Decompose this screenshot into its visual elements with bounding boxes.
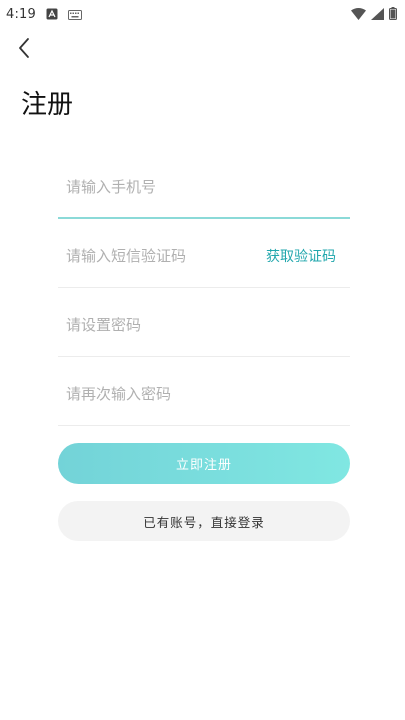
password-input[interactable] [58, 310, 350, 334]
status-right-icons [351, 5, 397, 24]
register-form: 获取验证码 [58, 150, 350, 426]
keyboard-icon [68, 5, 82, 24]
sms-code-field: 获取验证码 [58, 219, 350, 288]
confirm-password-field [58, 357, 350, 426]
notification-a-icon [46, 5, 58, 24]
status-bar: 4:19 [0, 0, 405, 28]
chevron-left-icon [17, 37, 31, 63]
register-button-label: 立即注册 [175, 458, 232, 473]
status-time: 4:19 [6, 6, 36, 22]
signal-icon [371, 5, 384, 24]
get-code-button[interactable]: 获取验证码 [266, 246, 336, 266]
confirm-password-input[interactable] [58, 379, 350, 403]
register-button[interactable]: 立即注册 [58, 443, 350, 484]
battery-icon [389, 5, 397, 24]
back-button[interactable] [10, 36, 38, 64]
login-link-label: 已有账号，直接登录 [143, 514, 265, 530]
phone-field [58, 150, 350, 219]
page-title: 注册 [21, 90, 74, 120]
password-field [58, 288, 350, 357]
wifi-icon [351, 5, 366, 24]
login-link-button[interactable]: 已有账号，直接登录 [58, 501, 350, 541]
phone-input[interactable] [58, 171, 350, 196]
